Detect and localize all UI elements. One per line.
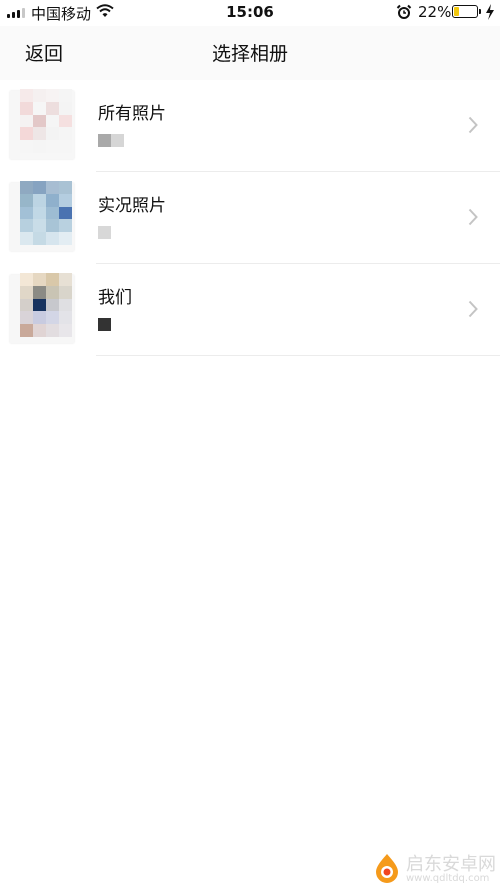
thumbnail-tile (33, 140, 46, 153)
thumbnail-tile (59, 232, 72, 245)
album-picker-screen: 中国移动 15:06 22% 返回 选择相册 所有照片 实况照片 我们 启东安卓… (0, 0, 500, 889)
thumbnail-tile (20, 311, 33, 325)
thumbnail-tile (20, 193, 33, 207)
album-row-live-photos[interactable]: 实况照片 (0, 172, 500, 264)
thumbnail-tile (59, 101, 72, 115)
thumbnail-tile (33, 285, 46, 299)
chevron-right-icon (468, 116, 478, 138)
count-tile (98, 226, 111, 239)
thumbnail-tile (20, 273, 33, 286)
thumbnail-tile (46, 232, 59, 245)
album-thumbnail (10, 273, 74, 343)
charging-icon (485, 4, 495, 24)
thumbnail-tile (46, 181, 59, 194)
thumbnail-tile (46, 324, 59, 337)
thumbnail-tile (20, 101, 33, 115)
thumbnail-tile (46, 311, 59, 325)
thumbnail-tile (46, 273, 59, 286)
thumbnail-tile (59, 181, 72, 194)
thumbnail-tile (59, 219, 72, 233)
thumbnail-tile (20, 181, 33, 194)
battery-percent: 22% (418, 3, 452, 21)
status-bar: 中国移动 15:06 22% (0, 0, 500, 26)
battery-icon (452, 5, 481, 18)
thumbnail-tile (59, 127, 72, 141)
thumbnail-tile (33, 89, 46, 102)
thumbnail-tile (46, 206, 59, 220)
thumbnail-tile (59, 114, 72, 128)
alarm-icon (396, 4, 412, 24)
watermark-url: www.qdltdq.com (406, 873, 490, 884)
thumbnail-tile (20, 140, 33, 153)
album-name: 所有照片 (98, 104, 166, 124)
thumbnail-tile (20, 89, 33, 102)
watermark-logo-icon (372, 852, 402, 888)
thumbnail-tile (33, 114, 46, 128)
thumbnail-tile (33, 219, 46, 233)
thumbnail-tile (33, 181, 46, 194)
thumbnail-tile (59, 273, 72, 286)
album-row-us[interactable]: 我们 (0, 264, 500, 356)
count-tile (111, 134, 124, 147)
thumbnail-tile (33, 324, 46, 337)
thumbnail-tile (46, 298, 59, 312)
thumbnail-tile (46, 127, 59, 141)
thumbnail-tile (33, 127, 46, 141)
album-count (98, 134, 124, 147)
chevron-right-icon (468, 300, 478, 322)
thumbnail-tile (20, 114, 33, 128)
divider (96, 355, 500, 356)
thumbnail-tile (46, 101, 59, 115)
album-count (98, 318, 111, 331)
thumbnail-tile (33, 273, 46, 286)
thumbnail-tile (20, 232, 33, 245)
thumbnail-tile (20, 285, 33, 299)
thumbnail-tile (46, 114, 59, 128)
thumbnail-tile (46, 140, 59, 153)
thumbnail-tile (20, 324, 33, 337)
album-name: 我们 (98, 288, 132, 308)
thumbnail-tile (59, 193, 72, 207)
count-tile (98, 134, 111, 147)
thumbnail-tile (20, 127, 33, 141)
thumbnail-tile (59, 206, 72, 220)
count-tile (98, 318, 111, 331)
thumbnail-tile (59, 311, 72, 325)
thumbnail-tile (46, 219, 59, 233)
album-thumbnail (10, 181, 74, 251)
thumbnail-tile (46, 89, 59, 102)
album-thumbnail (10, 89, 74, 159)
thumbnail-tile (33, 232, 46, 245)
thumbnail-tile (33, 206, 46, 220)
chevron-right-icon (468, 208, 478, 230)
thumbnail-tile (59, 89, 72, 102)
thumbnail-tile (20, 219, 33, 233)
album-row-all-photos[interactable]: 所有照片 (0, 80, 500, 172)
thumbnail-tile (46, 193, 59, 207)
battery-level-fill (454, 7, 459, 16)
thumbnail-tile (59, 298, 72, 312)
thumbnail-tile (33, 298, 46, 312)
thumbnail-tile (20, 206, 33, 220)
thumbnail-tile (59, 140, 72, 153)
navigation-bar: 返回 选择相册 (0, 26, 500, 80)
page-title: 选择相册 (211, 43, 288, 65)
watermark: 启东安卓网 www.qdltdq.com (370, 848, 500, 889)
thumbnail-tile (59, 285, 72, 299)
thumbnail-tile (33, 101, 46, 115)
thumbnail-tile (33, 311, 46, 325)
album-name: 实况照片 (98, 196, 166, 216)
thumbnail-tile (33, 193, 46, 207)
album-count (98, 226, 111, 239)
thumbnail-tile (20, 298, 33, 312)
thumbnail-tile (46, 285, 59, 299)
thumbnail-tile (59, 324, 72, 337)
